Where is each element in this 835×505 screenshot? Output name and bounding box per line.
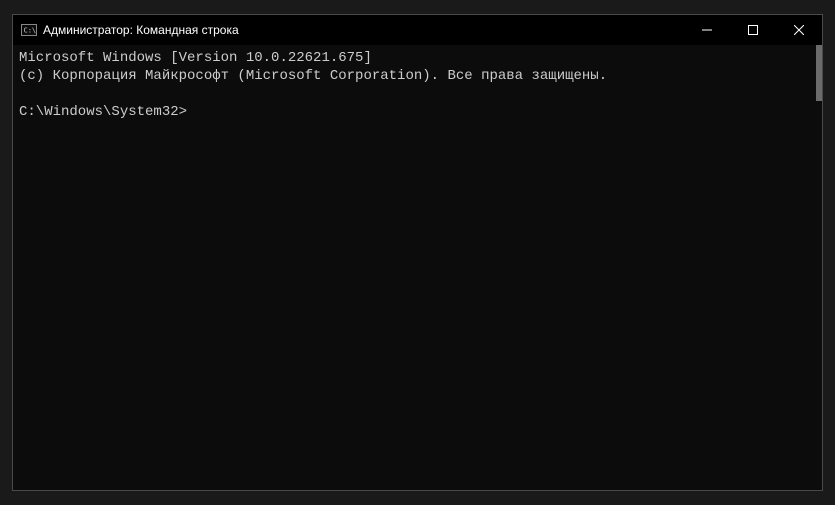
maximize-button[interactable] (730, 15, 776, 45)
cmd-icon: C:\ (21, 22, 37, 38)
prompt: C:\Windows\System32> (19, 104, 187, 120)
terminal-output: Microsoft Windows [Version 10.0.22621.67… (13, 45, 822, 125)
titlebar[interactable]: C:\ Администратор: Командная строка (13, 15, 822, 45)
window-controls (684, 15, 822, 45)
output-line: Microsoft Windows [Version 10.0.22621.67… (19, 50, 372, 66)
cursor (187, 105, 195, 120)
output-line: (c) Корпорация Майкрософт (Microsoft Cor… (19, 68, 607, 84)
svg-text:C:\: C:\ (24, 27, 37, 35)
terminal-body[interactable]: Microsoft Windows [Version 10.0.22621.67… (13, 45, 822, 490)
cmd-window: C:\ Администратор: Командная строка Micr… (12, 14, 823, 491)
close-button[interactable] (776, 15, 822, 45)
window-title: Администратор: Командная строка (43, 15, 684, 45)
scrollbar-thumb[interactable] (816, 45, 822, 101)
minimize-button[interactable] (684, 15, 730, 45)
